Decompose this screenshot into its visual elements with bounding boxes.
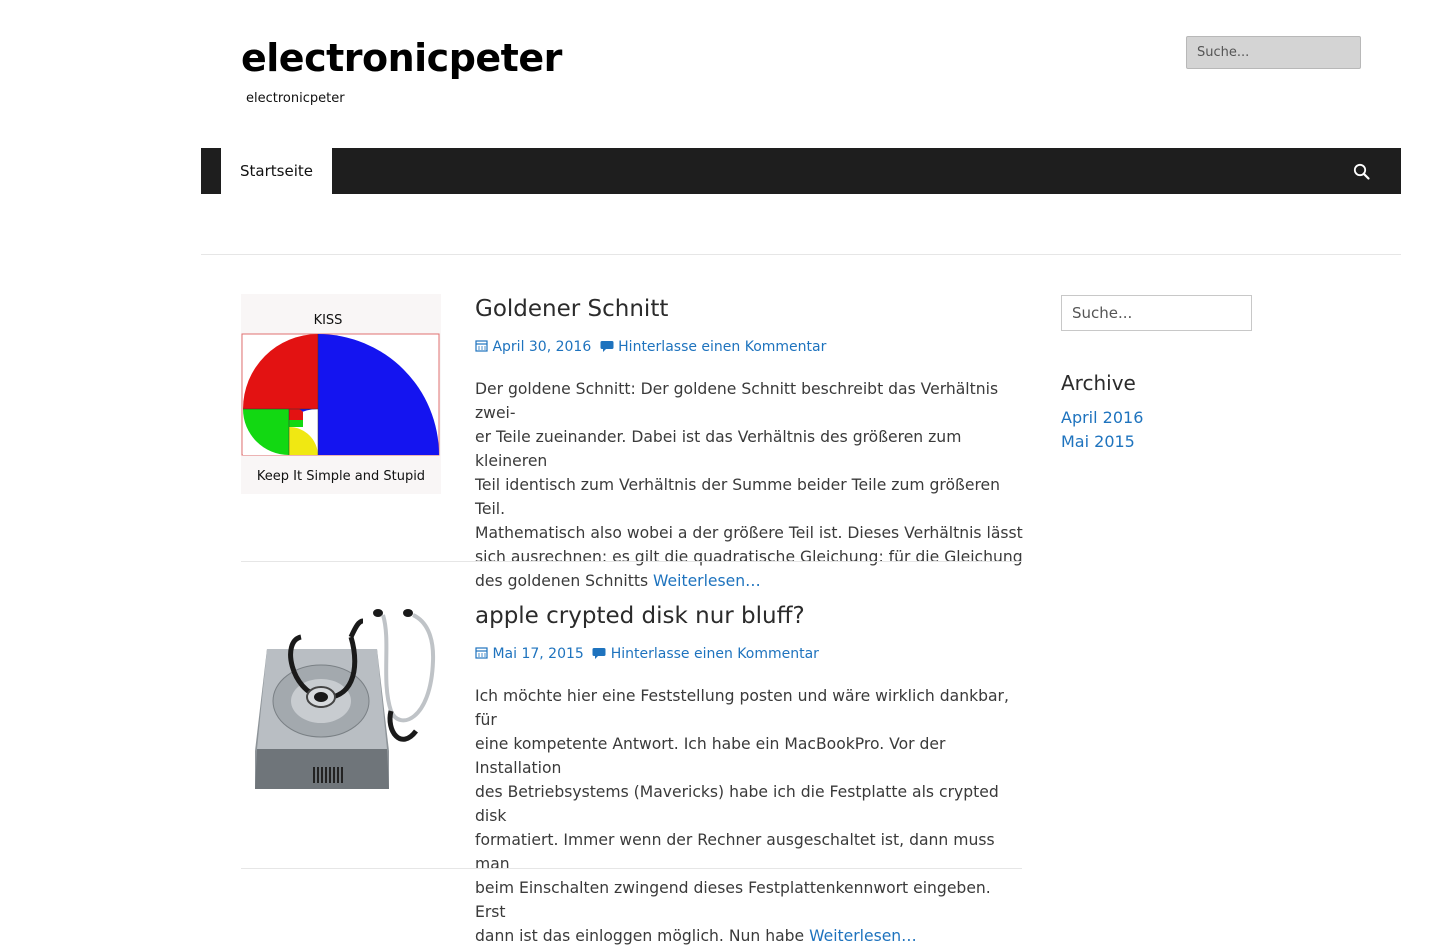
thumb-kiss-caption: Keep It Simple and Stupid xyxy=(257,469,425,484)
post-title[interactable]: apple crypted disk nur bluff? xyxy=(475,603,805,629)
post-separator xyxy=(241,561,1022,562)
excerpt-line: des goldenen Schnitts xyxy=(475,572,649,590)
excerpt-line: eine kompetente Antwort. Ich habe ein Ma… xyxy=(475,735,946,777)
post-apple-crypted-disk: apple crypted disk nur bluff? Mai 17, 20… xyxy=(241,601,1022,945)
excerpt-line: Teil identisch zum Verhältnis der Summe … xyxy=(475,476,1000,518)
excerpt-line: Mathematisch also wobei a der größere Te… xyxy=(475,524,1023,542)
calendar-icon xyxy=(475,340,488,352)
comment-icon xyxy=(600,341,614,352)
sidebar-search-input[interactable] xyxy=(1061,295,1252,331)
excerpt-line: Der goldene Schnitt: Der goldene Schnitt… xyxy=(475,380,999,422)
site-title[interactable]: electronicpeter xyxy=(241,36,562,80)
read-more-link[interactable]: Weiterlesen… xyxy=(653,572,761,590)
search-icon[interactable] xyxy=(1351,161,1373,183)
header-divider xyxy=(201,254,1401,255)
comment-link[interactable]: Hinterlasse einen Kommentar xyxy=(618,339,826,355)
excerpt-line: des Betriebsystems (Mavericks) habe ich … xyxy=(475,783,999,825)
comment-icon xyxy=(592,648,606,659)
post-title[interactable]: Goldener Schnitt xyxy=(475,296,668,322)
post-meta: April 30, 2016 Hinterlasse einen Komment… xyxy=(475,339,826,355)
excerpt-line: sich ausrechnen: es gilt die quadratisch… xyxy=(475,548,1023,566)
post-goldener-schnitt: KISS Keep It Simple and Stupid Goldener … xyxy=(241,294,1023,590)
archive-link-april-2016[interactable]: April 2016 xyxy=(1061,408,1143,427)
main-navigation: Startseite xyxy=(201,148,1401,194)
post-date-link[interactable]: Mai 17, 2015 xyxy=(492,646,583,662)
post-meta: Mai 17, 2015 Hinterlasse einen Kommentar xyxy=(475,646,819,662)
post-separator xyxy=(241,868,1022,869)
disk-utility-icon[interactable] xyxy=(241,601,441,801)
post-date-link[interactable]: April 30, 2016 xyxy=(492,339,591,355)
excerpt-line: Ich möchte hier eine Feststellung posten… xyxy=(475,687,1009,729)
nav-item-startseite[interactable]: Startseite xyxy=(221,148,332,194)
excerpt-line: er Teile zueinander. Dabei ist das Verhä… xyxy=(475,428,962,470)
excerpt-line: dann ist das einloggen möglich. Nun habe xyxy=(475,927,805,945)
read-more-link[interactable]: Weiterlesen… xyxy=(809,927,917,945)
archive-heading: Archive xyxy=(1061,371,1136,395)
thumb-kiss-label: KISS xyxy=(314,313,343,328)
comment-link[interactable]: Hinterlasse einen Kommentar xyxy=(611,646,819,662)
excerpt-line: beim Einschalten zwingend dieses Festpla… xyxy=(475,879,991,921)
calendar-icon xyxy=(475,647,488,659)
header-search-input[interactable] xyxy=(1186,36,1361,69)
archive-link-mai-2015[interactable]: Mai 2015 xyxy=(1061,432,1135,451)
site-tagline: electronicpeter xyxy=(246,91,345,106)
kiss-golden-ratio-thumbnail[interactable]: KISS Keep It Simple and Stupid xyxy=(241,294,441,494)
post-excerpt: Ich möchte hier eine Feststellung posten… xyxy=(475,684,1025,948)
